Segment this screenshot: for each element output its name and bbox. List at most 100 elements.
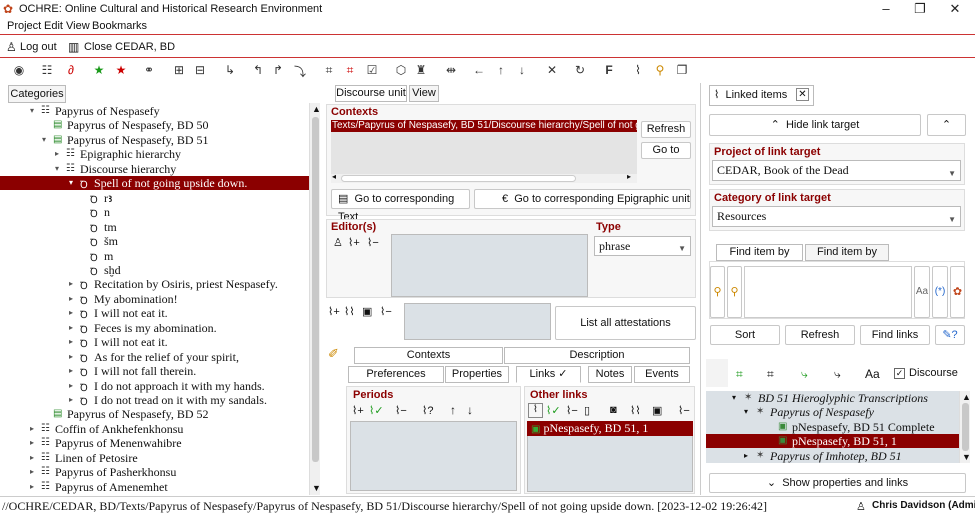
subtab-preferences[interactable]: Preferences (348, 366, 444, 383)
menu-edit[interactable]: Edit (44, 20, 63, 32)
refresh-find-button[interactable]: Refresh (785, 325, 855, 345)
goto-epigraphic-button[interactable]: € Go to corresponding Epigraphic unit (474, 189, 691, 209)
category-target-select[interactable]: Resources ▼ (712, 206, 961, 227)
collapsed-chevron-icon[interactable]: ▸ (69, 337, 73, 346)
attest-list[interactable] (404, 303, 551, 340)
tree-row[interactable]: ▸ ☷ Epigraphic hierarchy (0, 147, 309, 161)
check-period-icon[interactable]: ⌇✓ (369, 404, 384, 417)
editors-list[interactable] (391, 234, 588, 297)
gallery-icon[interactable]: ▣ (362, 305, 372, 318)
tree-row[interactable]: ▸ Ꝺ I do not approach it with my hands. (0, 379, 309, 394)
expanded-chevron-icon[interactable]: ▾ (744, 407, 748, 416)
type-select[interactable]: phrase ▼ (594, 236, 691, 256)
tree-row[interactable]: ▸ Ꝺ My abomination! (0, 292, 309, 307)
cube-icon[interactable]: ⬡ (393, 63, 409, 77)
subtab-events[interactable]: Events (634, 366, 690, 383)
period-down-icon[interactable]: ↓ (467, 403, 473, 417)
linked-tree-row[interactable]: ▣ pNespasefy, BD 51, 1 (706, 434, 960, 449)
collapsed-chevron-icon[interactable]: ▸ (30, 453, 34, 462)
align-icon[interactable]: ⇹ (443, 63, 459, 77)
periods-list[interactable] (350, 421, 517, 491)
scroll-up-icon[interactable]: ▲ (312, 104, 321, 114)
tree-row[interactable]: ▸ ☷ Papyrus of Menenwahibre (0, 436, 309, 450)
scroll-down-icon[interactable]: ▼ (962, 452, 971, 462)
editor-person-icon[interactable]: ♙ (333, 236, 343, 249)
tree-row[interactable]: ▸ Ꝺ I do not tread on it with my sandals. (0, 393, 309, 408)
gallery-link-icon[interactable]: ▣ (652, 404, 662, 417)
expanded-chevron-icon[interactable]: ▾ (732, 393, 736, 402)
add-link-icon[interactable]: ⌇ (528, 403, 543, 418)
linked-tree-row[interactable]: ▸ ✶ Papyrus of Imhotep, BD 51 (706, 449, 960, 463)
wand-icon[interactable]: ✐ (328, 346, 339, 362)
expanded-chevron-icon[interactable]: ▾ (42, 135, 46, 144)
query-period-icon[interactable]: ⌇? (422, 404, 434, 417)
context-hscrollbar[interactable]: ◂ ▸ (331, 172, 637, 183)
collapsed-chevron-icon[interactable]: ▸ (30, 482, 34, 491)
menu-project[interactable]: Project (7, 20, 41, 32)
tree-row[interactable]: Ꝺm (0, 249, 309, 264)
project-target-select[interactable]: CEDAR, Book of the Dead ▼ (712, 160, 961, 181)
arrow-up-icon[interactable]: ↑ (493, 63, 509, 77)
linked-tree-row[interactable]: ▾ ✶ Papyrus of Nespasefy (706, 405, 960, 419)
remove-attest-icon[interactable]: ⌇− (380, 305, 392, 318)
expanded-chevron-icon[interactable]: ▾ (69, 178, 73, 187)
tab-categories[interactable]: Categories (8, 85, 66, 103)
tab-find-by-name[interactable]: Find item by name (716, 244, 803, 273)
expanded-chevron-icon[interactable]: ▾ (30, 106, 34, 115)
hierarchy-icon[interactable]: ☷ (39, 63, 55, 77)
tab-find-by-code[interactable]: Find item by code (805, 244, 889, 273)
context-scroll-thumb[interactable] (341, 175, 576, 182)
discourse-checkbox[interactable]: ✓ (894, 368, 905, 379)
close-project-button[interactable]: Close CEDAR, BD (84, 41, 175, 53)
add-period-icon[interactable]: ⌇+ (352, 404, 364, 417)
tree-row[interactable]: ▸ Ꝺ I will not eat it. (0, 306, 309, 321)
linked-tree-row[interactable]: ▾ ✶ BD 51 Hieroglyphic Transcriptions (706, 391, 960, 405)
collapsed-chevron-icon[interactable]: ▸ (30, 467, 34, 476)
collapsed-chevron-icon[interactable]: ▸ (69, 294, 73, 303)
collapsed-chevron-icon[interactable]: ▸ (69, 352, 73, 361)
goto-text-button[interactable]: ▤ Go to corresponding Text (331, 189, 470, 223)
tree-row[interactable]: ▸ Ꝺ I will not fall therein. (0, 364, 309, 379)
multi-attach-icon[interactable]: ⌇⌇ (630, 404, 641, 417)
tree-row[interactable]: ▸ ☷ Linen of Petosire (0, 451, 309, 465)
expanded-chevron-icon[interactable]: ▾ (55, 164, 59, 173)
tree-row[interactable]: ▤ Papyrus of Nespasefy, BD 50 (0, 118, 309, 132)
goto-button[interactable]: Go to (641, 142, 691, 159)
check-edit-icon[interactable]: ☑ (364, 63, 380, 77)
tree-row[interactable]: ▸ Ꝺ As for the relief of your spirit, (0, 350, 309, 365)
collapse-icon[interactable]: ⊟ (192, 63, 208, 77)
search-plus-icon[interactable]: ⚲ (710, 266, 725, 318)
subtab-links[interactable]: Links ✓ (516, 366, 581, 383)
hierarchy-green-icon[interactable]: ⌗ (736, 367, 743, 382)
tree-row[interactable]: ▾ ☷ Papyrus of Nespasefy (0, 104, 309, 118)
period-up-icon[interactable]: ↑ (450, 403, 456, 417)
match-case-icon[interactable]: Aa (914, 266, 930, 318)
refresh-context-button[interactable]: Refresh (641, 121, 691, 138)
tree-row[interactable]: ▾ ☷ Discourse hierarchy (0, 162, 309, 176)
ochre-logo-icon[interactable]: ✿ (950, 266, 965, 318)
attach-multi-icon[interactable]: ⌇⌇ (344, 305, 355, 318)
linked-tree-scroll-thumb[interactable] (962, 403, 969, 451)
search-small-icon[interactable]: ⚲ (727, 266, 742, 318)
collapsed-chevron-icon[interactable]: ▸ (30, 424, 34, 433)
tree-row[interactable]: Ꝺtm (0, 220, 309, 235)
collapsed-chevron-icon[interactable]: ▸ (69, 308, 73, 317)
add-editor-icon[interactable]: ⌇+ (348, 236, 360, 249)
tree-row[interactable]: ▸ ☷ Papyrus of Pasherkhonsu (0, 465, 309, 479)
tab-discourse-unit[interactable]: Discourse unit (335, 85, 407, 102)
collapsed-chevron-icon[interactable]: ▸ (69, 381, 73, 390)
search-icon[interactable]: ⚲ (652, 63, 668, 77)
red-star-icon[interactable]: ★ (113, 63, 129, 77)
tree-row[interactable]: Ꝺsḫd (0, 263, 309, 278)
add-attest-icon[interactable]: ⌇+ (328, 305, 340, 318)
close-tab-icon[interactable]: ✕ (796, 88, 809, 101)
menu-bookmarks[interactable]: Bookmarks (92, 20, 147, 32)
sort-button[interactable]: Sort (710, 325, 780, 345)
collapsed-chevron-icon[interactable]: ▸ (69, 323, 73, 332)
list-attestations-button[interactable]: List all attestations (555, 306, 696, 340)
tree-row[interactable]: ▸ ☷ Coffin of Ankhefenkhonsu (0, 422, 309, 436)
expand-icon[interactable]: ⊞ (171, 63, 187, 77)
subtab-notes[interactable]: Notes (588, 366, 632, 383)
arrow-down-icon[interactable]: ↓ (514, 63, 530, 77)
remove-link-icon[interactable]: ⌇− (566, 404, 578, 417)
